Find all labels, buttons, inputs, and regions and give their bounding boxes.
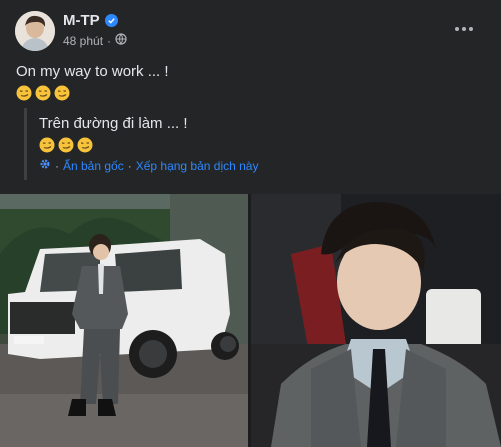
dot-icon [462,27,466,31]
photo-car[interactable] [0,194,248,447]
translated-text: Trên đường đi làm ... ! [39,115,188,132]
separator: · [55,158,59,173]
smirk-emoji-icon [77,137,93,153]
author-name[interactable]: M-TP [63,12,118,29]
photo-selfie[interactable] [251,194,501,447]
post-emojis [16,85,169,101]
smirk-emoji-icon [54,85,70,101]
translation-actions: · Ẩn bản gốc · Xếp hạng bản dịch này [39,158,258,173]
smirk-emoji-icon [16,85,32,101]
smirk-emoji-icon [58,137,74,153]
post-meta: 48 phút · [63,33,127,48]
translated-emojis [39,137,339,153]
smirk-emoji-icon [35,85,51,101]
more-options-button[interactable] [449,14,479,44]
photo-grid [0,194,501,447]
post-time[interactable]: 48 phút [63,34,103,48]
post-header: M-TP 48 phút · [0,0,501,56]
translation-block: Trên đường đi làm ... ! · Ẩn bản gốc · X… [24,108,339,180]
dot-icon [469,27,473,31]
author-avatar[interactable] [15,11,55,51]
smirk-emoji-icon [39,137,55,153]
post-message: On my way to work ... ! [16,62,169,101]
separator: · [127,158,132,173]
rate-translation-link[interactable]: Xếp hạng bản dịch này [136,159,259,173]
globe-icon [115,33,127,48]
post-text: On my way to work ... ! [16,63,169,80]
dot-icon [455,27,459,31]
verified-badge-icon [104,14,118,27]
hide-original-link[interactable]: Ẩn bản gốc [63,159,124,173]
gear-icon[interactable] [39,158,51,173]
